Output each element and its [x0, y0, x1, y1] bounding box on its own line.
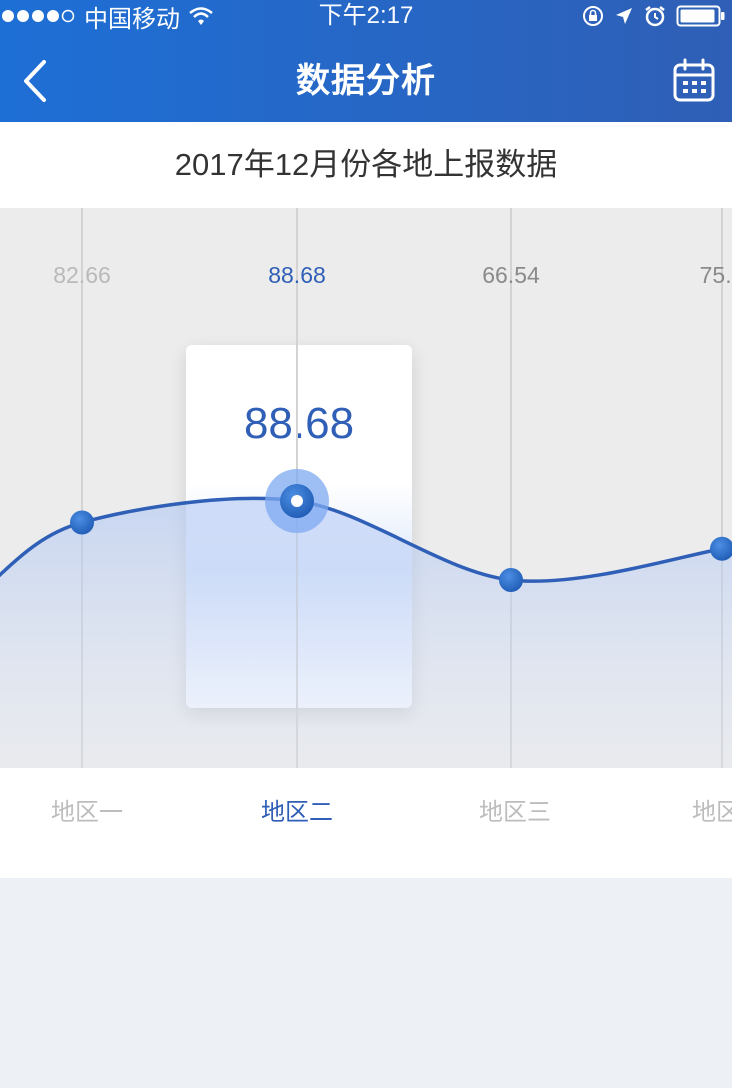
area-chart[interactable]: [0, 208, 732, 768]
app-header: 中国移动 下午2:17 数据分析: [0, 0, 732, 122]
data-value-label: 66.54: [482, 262, 540, 288]
status-indicators: [582, 0, 726, 32]
status-bar: 中国移动 下午2:17: [0, 0, 732, 33]
data-value-label: 82.66: [53, 262, 111, 288]
x-axis-category-label[interactable]: 地区三: [455, 792, 575, 827]
calendar-icon[interactable]: [672, 58, 716, 104]
chart-subtitle: 2017年12月份各地上报数据: [174, 147, 558, 182]
x-axis-labels: 地区一 地区二 地区三 地区四: [0, 768, 732, 878]
data-point[interactable]: [499, 568, 523, 592]
alarm-icon: [645, 6, 665, 27]
nav-bar: 数据分析: [0, 40, 732, 122]
x-axis-category-label[interactable]: 地区一: [27, 792, 147, 827]
data-point[interactable]: [70, 510, 94, 535]
battery-icon: [676, 5, 725, 27]
data-value-label: 75.3: [699, 262, 732, 288]
x-axis-category-label[interactable]: 地区二: [237, 792, 357, 827]
chart-area[interactable]: 88.68 82.6688.6866.5475.3: [0, 208, 732, 768]
location-arrow-icon: [616, 8, 632, 24]
selected-point-center: [291, 495, 303, 507]
chart-area-fill: [0, 498, 732, 768]
data-value-label: 88.68: [268, 262, 326, 288]
page-title: 数据分析: [296, 62, 436, 100]
subtitle-bar: 2017年12月份各地上报数据: [0, 122, 732, 208]
rotation-lock-icon: [583, 6, 603, 26]
x-axis-category-label[interactable]: 地区四: [668, 792, 732, 827]
